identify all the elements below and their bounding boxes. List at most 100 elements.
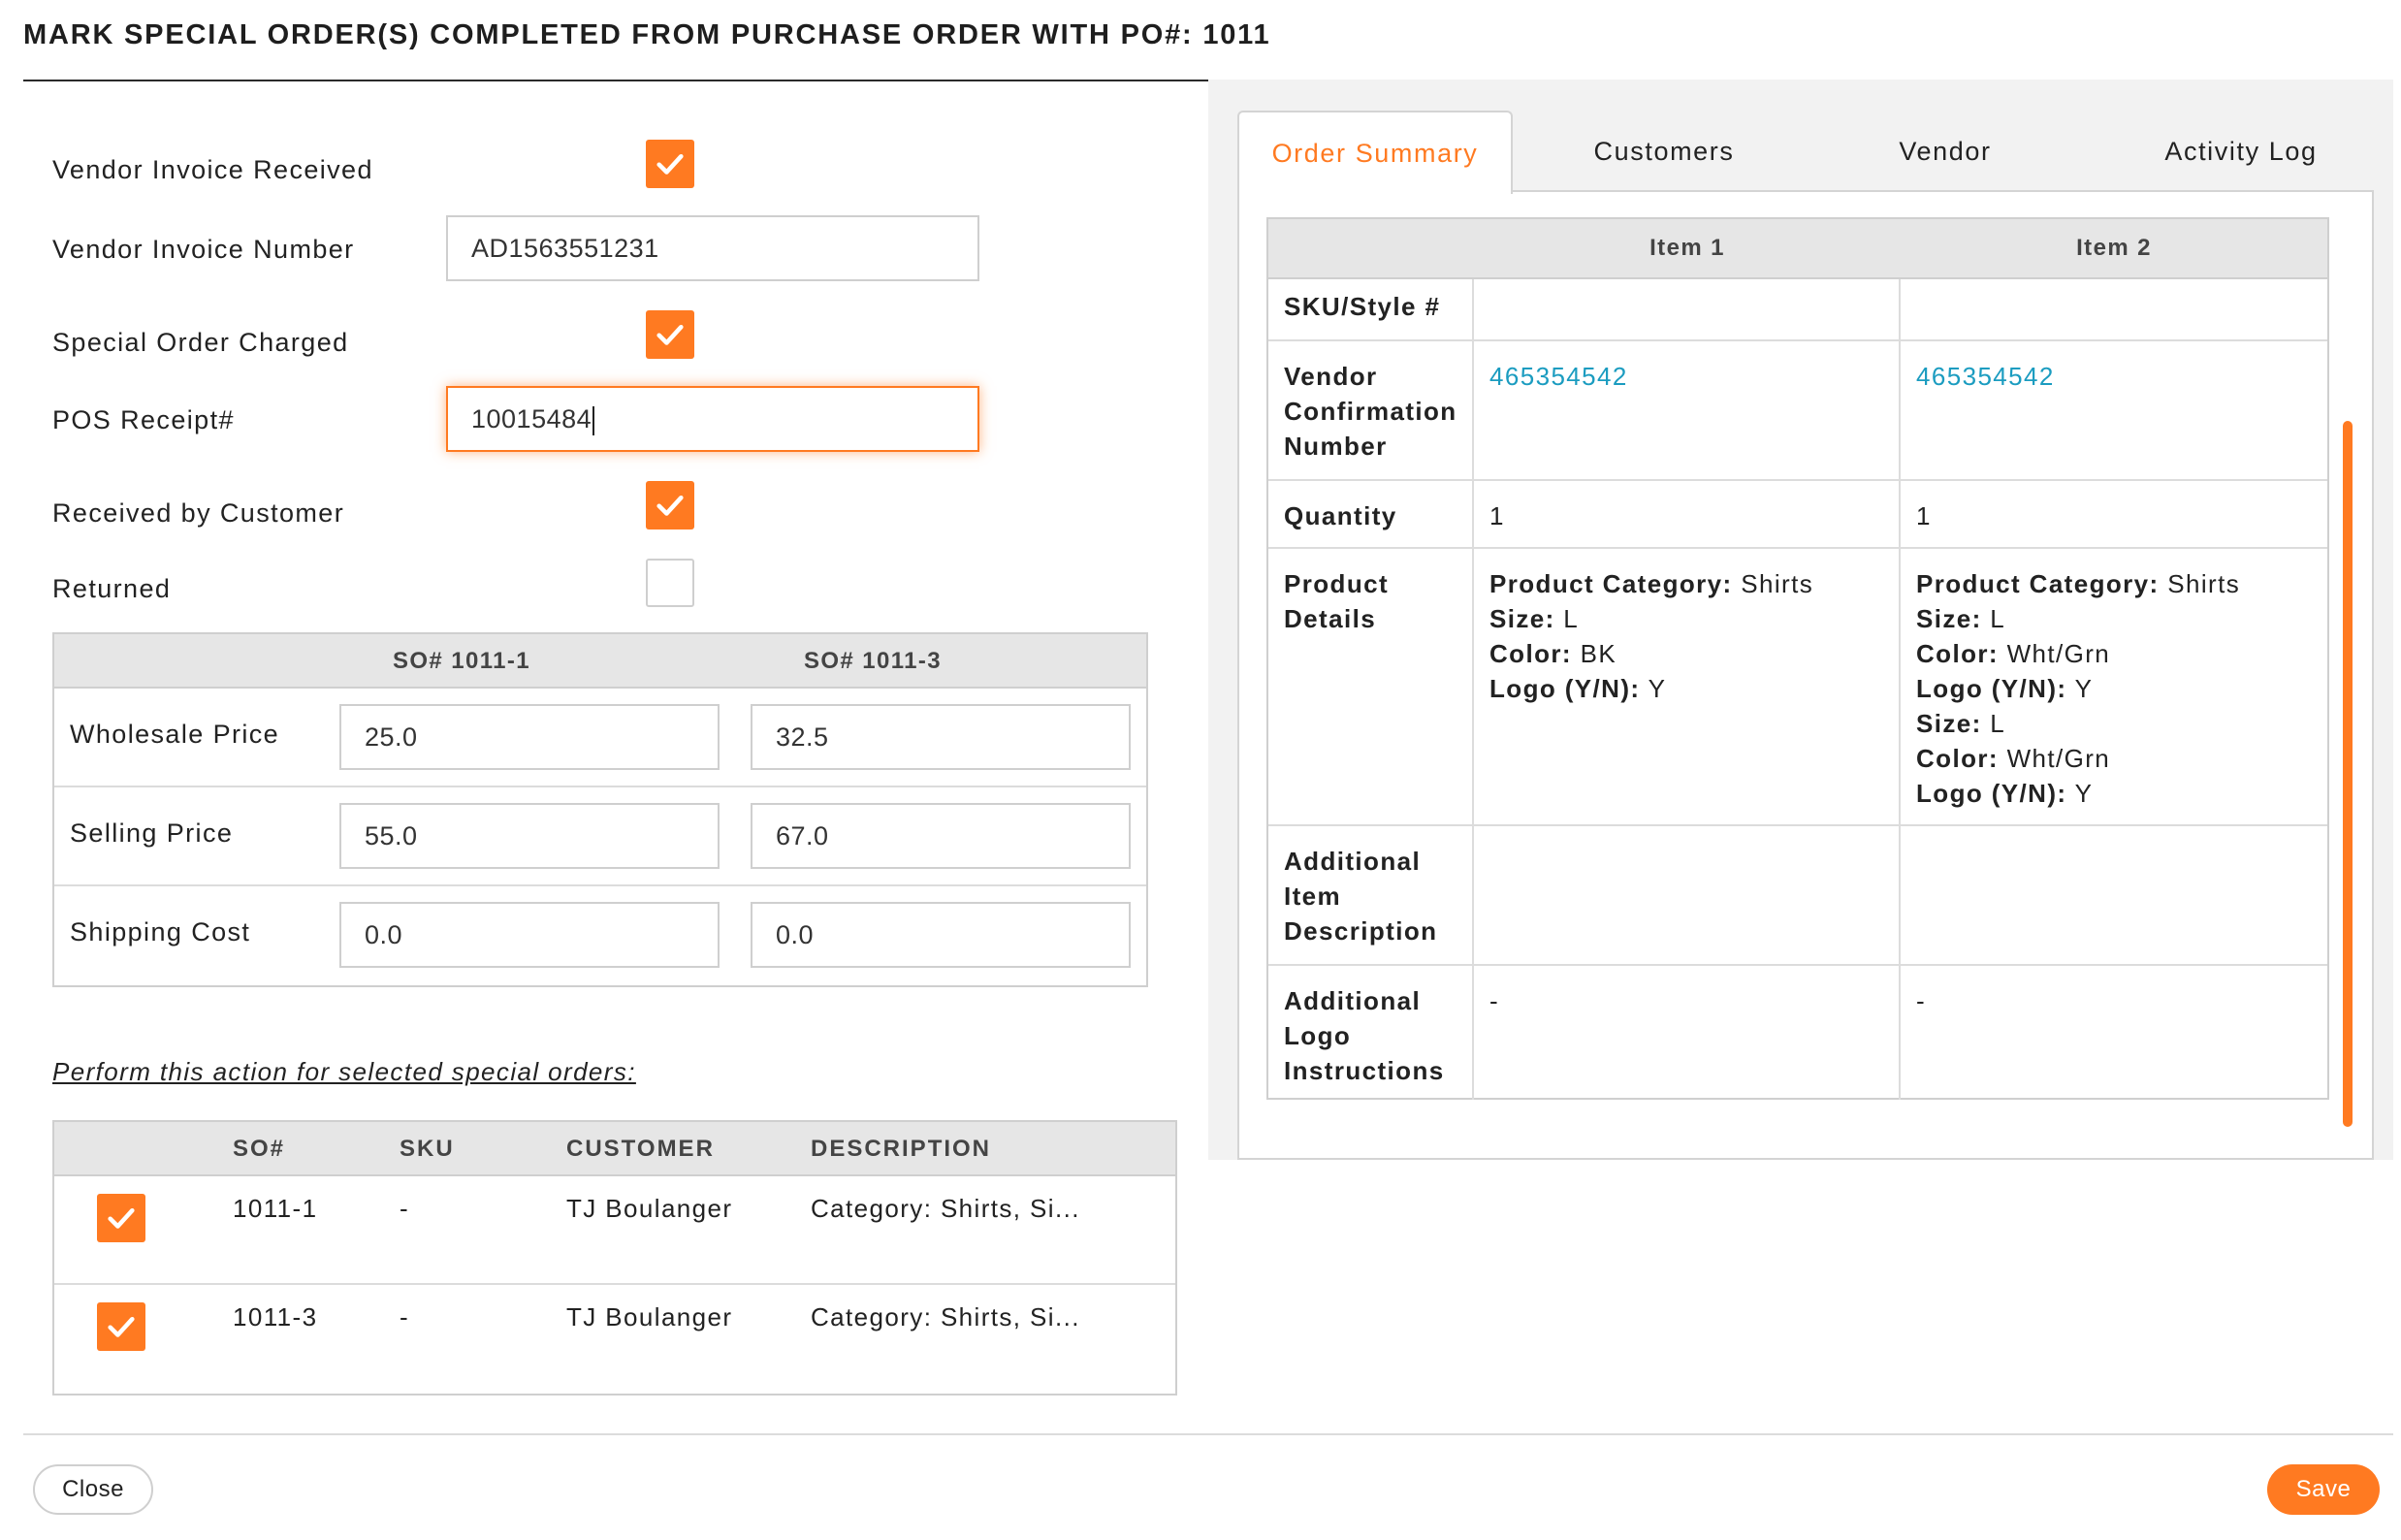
item1-product-details: Product Category: Shirts Size: L Color: … <box>1489 566 1813 706</box>
price-col-header: SO# 1011-1 <box>392 648 531 674</box>
check-icon <box>108 1207 135 1229</box>
check-icon <box>656 153 684 175</box>
label-line: Logo <box>1284 1021 1352 1050</box>
order-description: Category: Shirts, Si... <box>811 1194 1080 1223</box>
returned-checkbox[interactable] <box>646 559 694 607</box>
footer-divider <box>23 1433 2393 1435</box>
vendor-invoice-received-checkbox[interactable] <box>646 140 694 188</box>
pos-receipt-input[interactable]: 10015484 <box>446 386 979 452</box>
row-sku: SKU/Style # <box>1268 279 2327 341</box>
row-label: Additional Item Description <box>1284 844 1464 948</box>
save-button[interactable]: Save <box>2267 1464 2380 1515</box>
orders-table-header: SO# SKU CUSTOMER DESCRIPTION <box>54 1122 1175 1176</box>
sku-value: - <box>400 1302 410 1331</box>
vendor-confirmation-link[interactable]: 465354542 <box>1489 359 1628 394</box>
detail-line: Product Category: Shirts <box>1916 569 2241 598</box>
vendor-invoice-received-label: Vendor Invoice Received <box>52 155 373 184</box>
label-line: Vendor <box>1284 362 1378 391</box>
row-label: Quantity <box>1284 501 1397 530</box>
received-by-customer-label: Received by Customer <box>52 498 345 528</box>
detail-line: Size: L <box>1916 709 2006 738</box>
tab-order-summary[interactable]: Order Summary <box>1237 111 1513 194</box>
returned-label: Returned <box>52 574 172 603</box>
row-select-checkbox[interactable] <box>97 1302 145 1351</box>
row-product-details: Product Details Product Category: Shirts… <box>1268 549 2327 826</box>
order-description: Category: Shirts, Si... <box>811 1302 1080 1331</box>
item2-product-details: Product Category: Shirts Size: L Color: … <box>1916 566 2240 811</box>
item-col-header: Item 2 <box>2076 235 2152 261</box>
item-col-header: Item 1 <box>1649 235 1725 261</box>
page-title: MARK SPECIAL ORDER(S) COMPLETED FROM PUR… <box>23 19 1271 50</box>
detail-line: Color: BK <box>1489 639 1617 668</box>
tab-customers[interactable]: Customers <box>1538 111 1790 192</box>
vendor-invoice-number-label: Vendor Invoice Number <box>52 235 355 264</box>
tab-vendor[interactable]: Vendor <box>1819 111 2071 192</box>
selling-price-input-2[interactable]: 67.0 <box>751 803 1131 869</box>
sku-value: - <box>400 1194 410 1223</box>
received-by-customer-checkbox[interactable] <box>646 481 694 529</box>
customer-name: TJ Boulanger <box>566 1302 733 1331</box>
detail-line: Color: Wht/Grn <box>1916 744 2111 773</box>
text-caret <box>592 405 595 435</box>
table-row: 1011-3 - TJ Boulanger Category: Shirts, … <box>54 1285 1175 1394</box>
orders-col-header: SKU <box>400 1136 455 1162</box>
selling-price-input-1[interactable]: 55.0 <box>339 803 720 869</box>
label-line: Product <box>1284 569 1390 598</box>
row-label: Product Details <box>1284 566 1464 636</box>
orders-table: SO# SKU CUSTOMER DESCRIPTION 1011-1 - TJ… <box>52 1120 1177 1396</box>
price-table-header: SO# 1011-1 SO# 1011-3 <box>54 634 1146 689</box>
row-select-checkbox[interactable] <box>97 1194 145 1242</box>
label-line: Details <box>1284 604 1377 633</box>
detail-line: Product Category: Shirts <box>1489 569 1814 598</box>
label-line: Description <box>1284 916 1438 946</box>
price-row-label: Shipping Cost <box>70 917 251 946</box>
so-number: 1011-1 <box>233 1194 318 1223</box>
pos-receipt-value: 10015484 <box>471 404 592 433</box>
vendor-invoice-number-input[interactable]: AD1563551231 <box>446 215 979 281</box>
logo-instructions-value: - <box>1916 986 1927 1015</box>
orders-col-header: CUSTOMER <box>566 1136 715 1162</box>
vendor-confirmation-link[interactable]: 465354542 <box>1916 359 2055 394</box>
label-line: Additional <box>1284 847 1422 876</box>
row-label: SKU/Style # <box>1284 292 1441 321</box>
logo-instructions-value: - <box>1489 986 1500 1015</box>
row-label: Additional Logo Instructions <box>1284 983 1464 1088</box>
price-table: SO# 1011-1 SO# 1011-3 Wholesale Price 25… <box>52 632 1148 987</box>
wholesale-price-input-2[interactable]: 32.5 <box>751 704 1131 770</box>
price-row-label: Selling Price <box>70 818 234 848</box>
price-row-shipping: Shipping Cost 0.0 0.0 <box>54 886 1146 985</box>
close-button[interactable]: Close <box>33 1464 153 1515</box>
shipping-cost-input-2[interactable]: 0.0 <box>751 902 1131 968</box>
detail-line: Color: Wht/Grn <box>1916 639 2111 668</box>
price-row-label: Wholesale Price <box>70 720 280 749</box>
row-vendor-confirmation: Vendor Confirmation Number 465354542 465… <box>1268 341 2327 481</box>
detail-line: Size: L <box>1916 604 2006 633</box>
row-additional-logo-instructions: Additional Logo Instructions - - <box>1268 966 2327 1102</box>
special-order-charged-label: Special Order Charged <box>52 328 349 357</box>
label-line: Instructions <box>1284 1056 1445 1085</box>
quantity-value: 1 <box>1916 501 1932 530</box>
special-order-charged-checkbox[interactable] <box>646 310 694 359</box>
label-line: Number <box>1284 432 1388 461</box>
shipping-cost-input-1[interactable]: 0.0 <box>339 902 720 968</box>
price-col-header: SO# 1011-3 <box>803 648 943 674</box>
row-label: Vendor Confirmation Number <box>1284 359 1464 464</box>
label-line: Item <box>1284 882 1342 911</box>
tab-bar: Order Summary Customers Vendor Activity … <box>1237 111 2374 194</box>
row-quantity: Quantity 1 1 <box>1268 481 2327 549</box>
vertical-scrollbar[interactable] <box>2343 421 2353 1127</box>
action-note: Perform this action for selected special… <box>52 1057 636 1086</box>
orders-col-header: DESCRIPTION <box>811 1136 992 1162</box>
price-row-wholesale: Wholesale Price 25.0 32.5 <box>54 689 1146 787</box>
detail-line: Logo (Y/N): Y <box>1916 674 2094 703</box>
detail-line: Logo (Y/N): Y <box>1489 674 1667 703</box>
wholesale-price-input-1[interactable]: 25.0 <box>339 704 720 770</box>
tab-activity-log[interactable]: Activity Log <box>2100 111 2382 192</box>
check-icon <box>108 1316 135 1337</box>
price-row-selling: Selling Price 55.0 67.0 <box>54 787 1146 886</box>
orders-col-header: SO# <box>233 1136 286 1162</box>
check-icon <box>656 324 684 345</box>
row-additional-item-description: Additional Item Description <box>1268 826 2327 966</box>
label-line: Confirmation <box>1284 397 1457 426</box>
check-icon <box>656 495 684 516</box>
